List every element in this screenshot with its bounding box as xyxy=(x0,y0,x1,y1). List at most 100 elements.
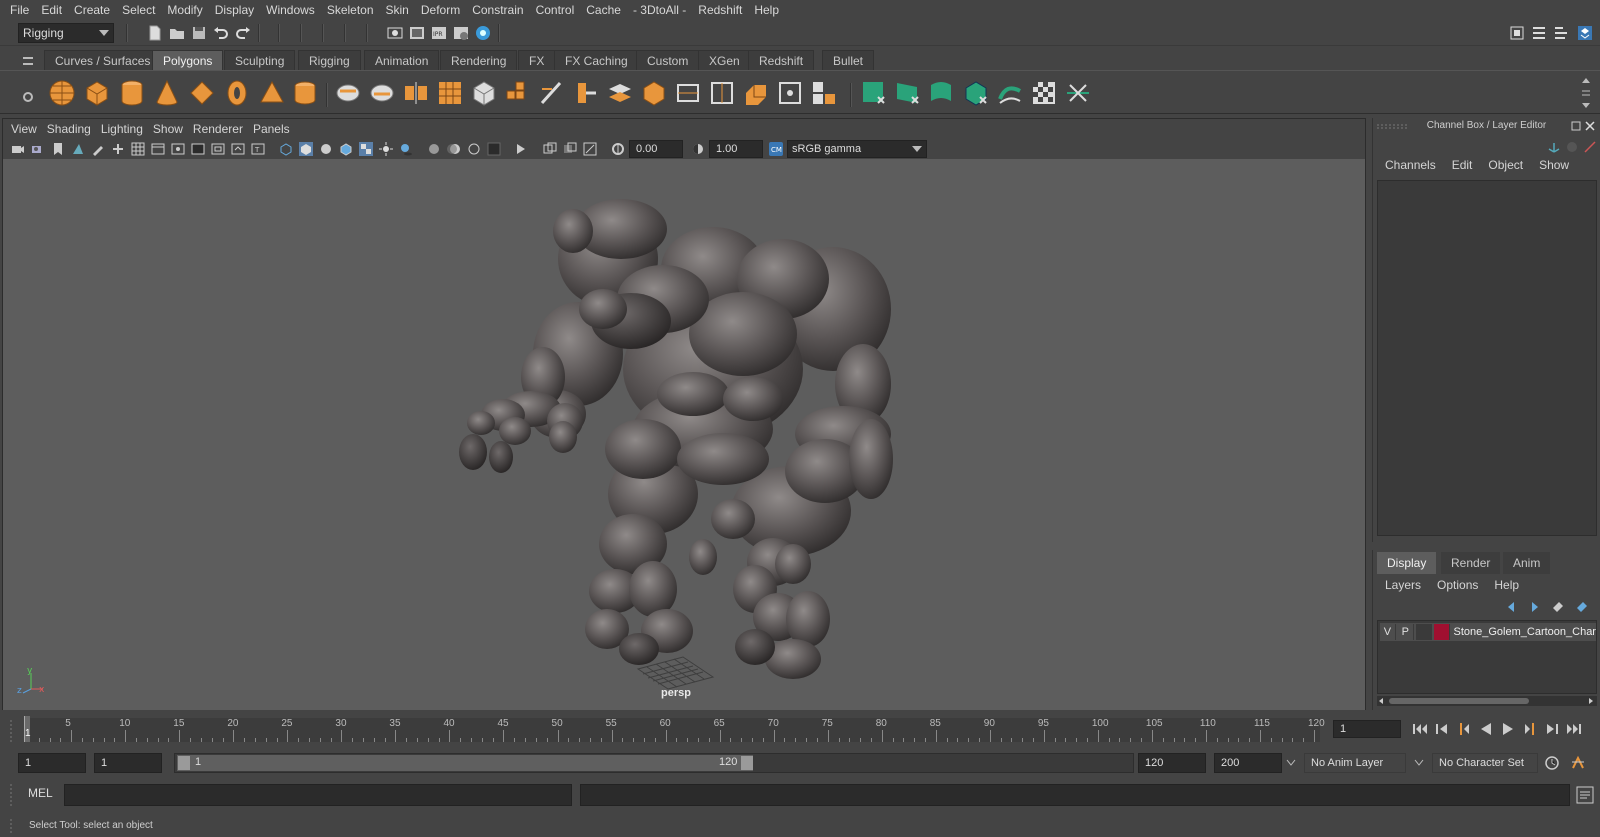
command-input[interactable] xyxy=(64,784,572,806)
layer-reference-toggle[interactable] xyxy=(1415,624,1432,640)
render-frame-icon[interactable] xyxy=(408,24,426,42)
uv-editor-icon[interactable] xyxy=(860,79,888,107)
shelf-tab-redshift[interactable]: Redshift xyxy=(748,50,815,70)
shelf-tab-xgen[interactable]: XGen xyxy=(698,50,751,70)
channel-box-menu-object[interactable]: Object xyxy=(1480,158,1531,172)
range-start-handle[interactable] xyxy=(178,756,190,770)
menu-constrain[interactable]: Constrain xyxy=(466,3,529,17)
target-weld-icon[interactable] xyxy=(708,79,736,107)
playback-start-field[interactable]: 1 xyxy=(94,753,162,773)
select-camera-icon[interactable] xyxy=(11,142,25,156)
checker-map-icon[interactable] xyxy=(1030,79,1058,107)
step-back-key-icon[interactable] xyxy=(1456,722,1472,736)
viewport-menu-lighting[interactable]: Lighting xyxy=(99,122,151,136)
redo-icon[interactable] xyxy=(234,24,252,42)
step-forward-icon[interactable] xyxy=(1544,722,1560,736)
hyper-icon[interactable] xyxy=(1583,140,1597,154)
bookmark-icon[interactable] xyxy=(51,142,65,156)
speed-icon[interactable] xyxy=(1565,140,1579,154)
menu-help[interactable]: Help xyxy=(748,3,785,17)
menu-control[interactable]: Control xyxy=(530,3,581,17)
menu-skin[interactable]: Skin xyxy=(380,3,415,17)
shelf-tab-curves-surfaces[interactable]: Curves / Surfaces xyxy=(44,50,162,70)
tool-settings-icon[interactable] xyxy=(1552,24,1570,42)
animation-preferences-icon[interactable] xyxy=(1570,755,1586,771)
layer-menu-options[interactable]: Options xyxy=(1429,578,1486,592)
fill-hole-icon[interactable] xyxy=(674,79,702,107)
shelf-tab-fx[interactable]: FX xyxy=(518,50,556,70)
menu-cache[interactable]: Cache xyxy=(580,3,627,17)
save-scene-icon[interactable] xyxy=(190,24,208,42)
render-view-icon[interactable] xyxy=(386,24,404,42)
safe-title-icon[interactable]: T xyxy=(251,142,265,156)
center-pivot-icon[interactable] xyxy=(776,79,804,107)
default-material-icon[interactable] xyxy=(319,142,333,156)
menuset-dropdown[interactable]: Rigging xyxy=(18,23,114,43)
channel-box-menu-channels[interactable]: Channels xyxy=(1377,158,1444,172)
chevron-down-icon[interactable] xyxy=(1286,759,1296,767)
color-management-icon[interactable]: CM xyxy=(769,142,783,156)
poly-plane-icon[interactable] xyxy=(188,79,216,107)
layer-menu-help[interactable]: Help xyxy=(1486,578,1527,592)
safe-action-icon[interactable] xyxy=(231,142,245,156)
shelf-menu-icon[interactable] xyxy=(22,56,34,66)
wireframe-icon[interactable] xyxy=(279,142,293,156)
chevron-down-icon[interactable] xyxy=(1414,759,1424,767)
cut-uv-icon[interactable] xyxy=(1064,79,1092,107)
range-slider-fill[interactable] xyxy=(177,755,753,771)
shelf-tab-polygons[interactable]: Polygons xyxy=(152,50,224,70)
go-to-start-icon[interactable] xyxy=(1412,722,1428,736)
animation-start-field[interactable]: 1 xyxy=(18,753,86,773)
bridge-icon[interactable] xyxy=(606,79,634,107)
new-scene-icon[interactable] xyxy=(146,24,164,42)
grid-icon[interactable] xyxy=(131,142,145,156)
use-all-lights-icon[interactable] xyxy=(379,142,393,156)
layer-playback-toggle[interactable]: P xyxy=(1398,624,1414,640)
new-layer-selected-icon[interactable] xyxy=(1575,598,1589,612)
channel-box-menu-edit[interactable]: Edit xyxy=(1444,158,1481,172)
attribute-editor-icon[interactable] xyxy=(1530,24,1548,42)
mirror-icon[interactable] xyxy=(402,79,430,107)
camera-attributes-icon[interactable] xyxy=(31,142,45,156)
shelf-tab-sculpting[interactable]: Sculpting xyxy=(224,50,296,70)
hypershade-icon[interactable] xyxy=(474,24,492,42)
viewport-canvas[interactable]: y z x persp xyxy=(3,159,1365,710)
poly-pyramid-icon[interactable] xyxy=(258,79,286,107)
exposure-field[interactable]: 0.00 xyxy=(629,140,683,158)
range-end-handle[interactable] xyxy=(741,756,753,770)
ipr-render-icon[interactable]: IPR xyxy=(430,24,448,42)
planar-map-icon[interactable] xyxy=(894,79,922,107)
tab-display[interactable]: Display xyxy=(1377,552,1437,574)
menu-file[interactable]: File xyxy=(4,3,35,17)
viewport-menu-view[interactable]: View xyxy=(9,122,45,136)
menu-windows[interactable]: Windows xyxy=(260,3,321,17)
animation-end-field[interactable]: 200 xyxy=(1214,753,1282,773)
layer-name[interactable]: Stone_Golem_Cartoon_Char xyxy=(1454,626,1596,638)
channel-box-menu-show[interactable]: Show xyxy=(1531,158,1577,172)
combine-icon[interactable] xyxy=(334,79,362,107)
textured-icon[interactable] xyxy=(359,142,373,156)
menu-modify[interactable]: Modify xyxy=(161,3,208,17)
step-forward-key-icon[interactable] xyxy=(1522,722,1538,736)
list-item[interactable]: V P Stone_Golem_Cartoon_Char xyxy=(1380,623,1596,641)
auto-key-icon[interactable] xyxy=(1544,755,1560,771)
poly-cube-icon[interactable] xyxy=(83,79,111,107)
stone-golem-model[interactable]: y z x xyxy=(3,159,1365,710)
cylindrical-map-icon[interactable] xyxy=(928,79,956,107)
tab-anim[interactable]: Anim xyxy=(1503,552,1551,574)
grease-pencil-icon[interactable] xyxy=(91,142,105,156)
float-panel-icon[interactable] xyxy=(1571,121,1581,131)
channel-box-toggle-icon[interactable] xyxy=(1576,24,1594,42)
viewport-menu-renderer[interactable]: Renderer xyxy=(191,122,251,136)
poly-pipe-icon[interactable] xyxy=(291,79,319,107)
bevel-icon[interactable] xyxy=(640,79,668,107)
undo-icon[interactable] xyxy=(212,24,230,42)
layer-menu-layers[interactable]: Layers xyxy=(1377,578,1429,592)
menu-create[interactable]: Create xyxy=(68,3,116,17)
move-layer-up-icon[interactable] xyxy=(1505,598,1519,612)
anti-aliasing-icon[interactable] xyxy=(467,142,481,156)
playback-end-field[interactable]: 120 xyxy=(1138,753,1206,773)
play-backwards-icon[interactable] xyxy=(1478,722,1494,736)
channel-box-content[interactable] xyxy=(1377,180,1597,536)
collapse-icon[interactable] xyxy=(742,79,770,107)
